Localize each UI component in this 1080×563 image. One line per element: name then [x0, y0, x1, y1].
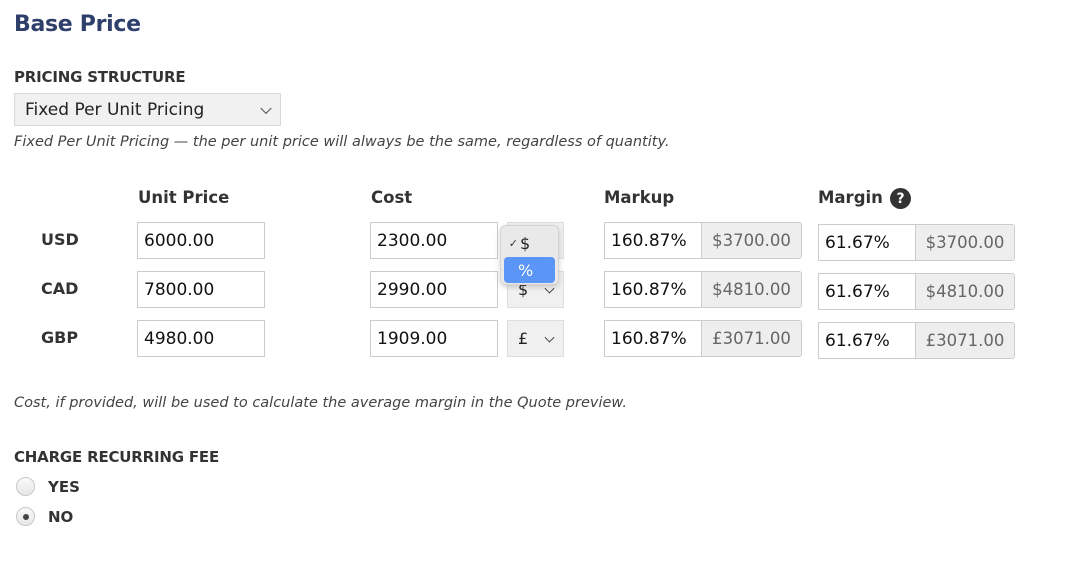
option-label: $ [520, 233, 531, 253]
recurring-fee-label: CHARGE RECURRING FEE [14, 448, 219, 466]
currency-label: USD [41, 230, 79, 249]
radio-label: NO [48, 507, 74, 526]
markup-amount: £3071.00 [702, 321, 801, 356]
radio-label: YES [48, 477, 80, 496]
chevron-down-icon [544, 332, 555, 343]
dropdown-option-dollar[interactable]: ✓ $ [504, 230, 555, 256]
cost-note: Cost, if provided, will be used to calcu… [14, 395, 627, 411]
checkmark-icon: ✓ [508, 236, 518, 250]
recurring-fee-no[interactable]: NO [16, 507, 73, 526]
markup-percent-input[interactable]: 160.87% [605, 272, 702, 307]
markup-percent-input[interactable]: 160.87% [605, 321, 702, 356]
cost-input[interactable]: 1909.00 [370, 320, 498, 357]
option-label: % [518, 260, 534, 280]
margin-amount: $4810.00 [916, 274, 1014, 309]
margin-percent-input[interactable]: 61.67% [819, 225, 916, 260]
cost-type-select[interactable]: £ [507, 320, 564, 357]
markup-amount: $4810.00 [702, 272, 801, 307]
currency-label: CAD [41, 279, 79, 298]
margin-amount: $3700.00 [916, 225, 1014, 260]
cost-input[interactable]: 2300.00 [370, 222, 498, 259]
radio-button[interactable] [16, 477, 35, 496]
help-icon[interactable]: ? [890, 188, 911, 209]
unit-price-input[interactable]: 4980.00 [137, 320, 265, 357]
margin-field: 61.67% $4810.00 [818, 273, 1015, 310]
markup-percent-input[interactable]: 160.87% [605, 223, 702, 258]
pricing-structure-label: PRICING STRUCTURE [14, 68, 186, 86]
margin-amount: £3071.00 [916, 323, 1014, 358]
unit-price-input[interactable]: 7800.00 [137, 271, 265, 308]
pricing-structure-select[interactable]: Fixed Per Unit Pricing [14, 93, 281, 126]
recurring-fee-yes[interactable]: YES [16, 477, 80, 496]
markup-field: 160.87% £3071.00 [604, 320, 802, 357]
unit-price-header: Unit Price [138, 188, 230, 207]
cost-type-value: £ [518, 329, 529, 348]
cost-header: Cost [371, 188, 413, 207]
markup-field: 160.87% $4810.00 [604, 271, 802, 308]
currency-label: GBP [41, 328, 79, 347]
radio-button[interactable] [16, 507, 35, 526]
unit-price-input[interactable]: 6000.00 [137, 222, 265, 259]
margin-percent-input[interactable]: 61.67% [819, 274, 916, 309]
markup-field: 160.87% $3700.00 [604, 222, 802, 259]
page-title: Base Price [14, 12, 141, 37]
margin-field: 61.67% $3700.00 [818, 224, 1015, 261]
markup-amount: $3700.00 [702, 223, 801, 258]
markup-header: Markup [604, 188, 675, 207]
margin-header: Margin [818, 188, 883, 207]
margin-field: 61.67% £3071.00 [818, 322, 1015, 359]
cost-input[interactable]: 2990.00 [370, 271, 498, 308]
margin-percent-input[interactable]: 61.67% [819, 323, 916, 358]
dropdown-option-percent[interactable]: % [504, 257, 555, 283]
pricing-structure-description: Fixed Per Unit Pricing — the per unit pr… [14, 134, 670, 150]
pricing-structure-value: Fixed Per Unit Pricing [25, 99, 205, 120]
chevron-down-icon [260, 102, 272, 114]
cost-type-dropdown-menu: ✓ $ % [500, 225, 559, 285]
